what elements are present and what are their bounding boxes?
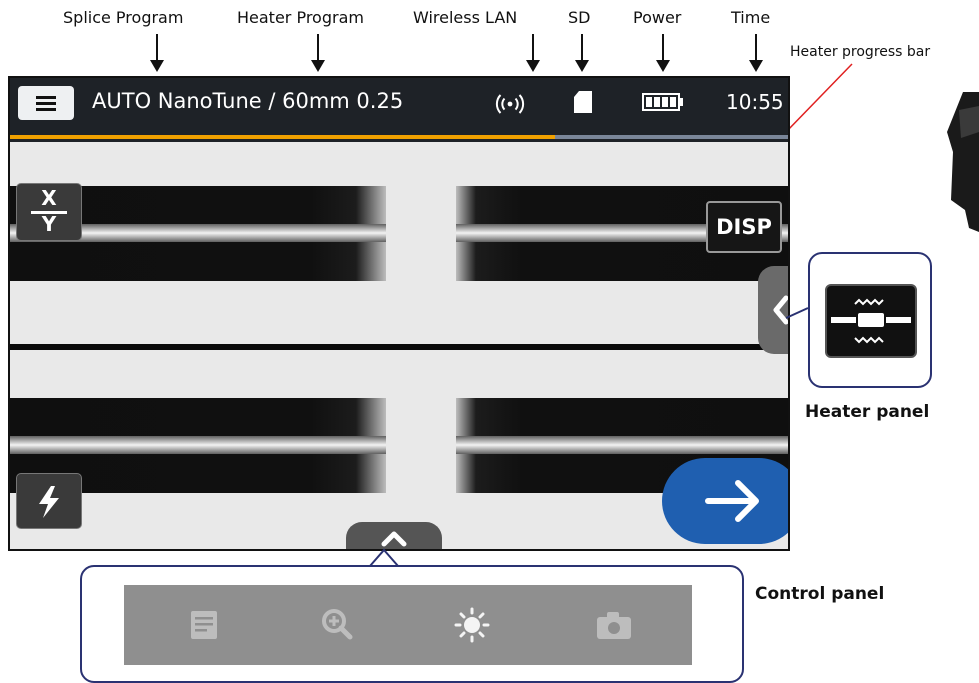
wireless-signal-icon xyxy=(495,94,525,114)
annotation-splice-program: Splice Program xyxy=(63,8,184,27)
zoom-in-icon[interactable] xyxy=(310,601,366,649)
control-panel-label: Control panel xyxy=(755,584,885,604)
chevron-up-icon xyxy=(381,531,407,547)
splicer-screen: AUTO NanoTune / 60mm 0.25 10:55 X Y DISP xyxy=(8,76,790,551)
next-button[interactable] xyxy=(662,458,788,544)
list-icon[interactable] xyxy=(176,601,232,649)
annotation-power: Power xyxy=(633,8,682,27)
clock-time: 10:55 xyxy=(726,90,784,114)
control-panel-callout xyxy=(80,565,744,683)
xy-view-button[interactable]: X Y xyxy=(16,183,82,241)
chevron-left-icon xyxy=(773,295,788,325)
device-image xyxy=(947,92,979,232)
status-bar: AUTO NanoTune / 60mm 0.25 10:55 xyxy=(10,78,788,128)
lightning-icon xyxy=(39,486,59,518)
arrow-splice-program xyxy=(150,34,164,72)
xy-button-x: X xyxy=(41,186,57,210)
camera-icon[interactable] xyxy=(586,601,642,649)
arc-button[interactable] xyxy=(16,473,82,529)
arrow-sd xyxy=(575,34,589,72)
annotation-sd: SD xyxy=(568,8,591,27)
heater-panel-tab[interactable] xyxy=(758,266,788,354)
heater-panel-label: Heater panel xyxy=(805,402,930,422)
xy-button-y: Y xyxy=(41,212,57,236)
heater-progress-remaining xyxy=(555,135,788,139)
heater-button[interactable] xyxy=(825,284,917,358)
menu-button[interactable] xyxy=(18,86,74,120)
disp-button[interactable]: DISP xyxy=(706,201,782,253)
arrow-time xyxy=(749,34,763,72)
arrow-wireless-lan xyxy=(526,34,540,72)
battery-full-icon xyxy=(642,93,683,111)
annotation-wireless-lan: Wireless LAN xyxy=(413,8,518,27)
annotation-heater-program: Heater Program xyxy=(237,8,364,27)
brightness-icon[interactable] xyxy=(444,601,500,649)
arrow-heater-program xyxy=(311,34,325,72)
heater-panel-callout xyxy=(808,252,932,388)
splice-heater-program-title[interactable]: AUTO NanoTune / 60mm 0.25 xyxy=(92,89,403,113)
sd-card-icon xyxy=(574,91,592,113)
heater-progress-fill xyxy=(10,135,555,139)
annotation-heater-progress-bar: Heater progress bar xyxy=(790,44,931,60)
view-divider xyxy=(10,344,788,350)
control-panel-strip xyxy=(124,585,692,665)
annotation-time: Time xyxy=(731,8,771,27)
arrow-right-icon xyxy=(705,480,759,522)
control-panel-tab[interactable] xyxy=(346,522,442,549)
heater-icon xyxy=(831,298,911,344)
arrow-power xyxy=(656,34,670,72)
